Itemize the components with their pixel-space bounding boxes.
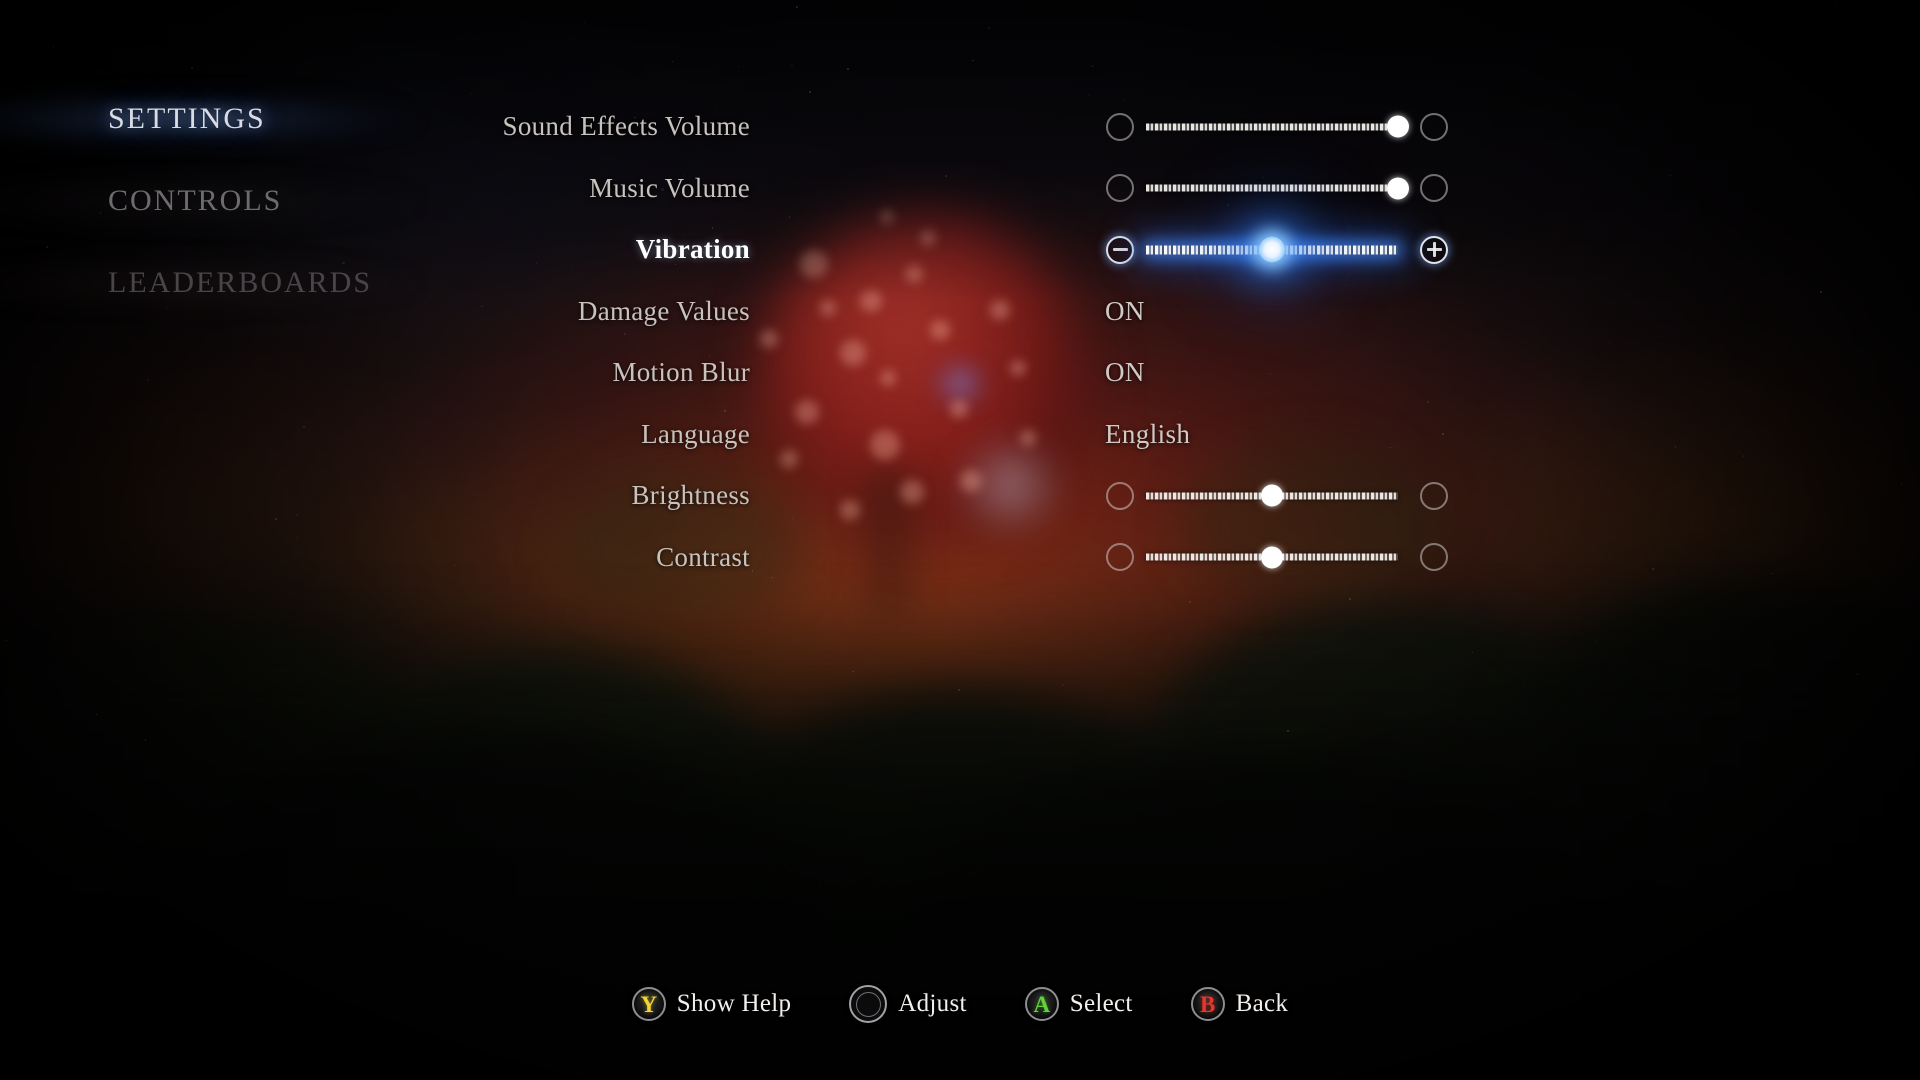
hint-back[interactable]: B Back: [1190, 987, 1289, 1021]
option-label: Music Volume: [589, 172, 750, 203]
slider-increase-circle-icon[interactable]: [1420, 543, 1448, 572]
hint-label: Adjust: [898, 990, 967, 1017]
hint-show-help[interactable]: Y Show Help: [631, 987, 792, 1021]
option-label: Damage Values: [577, 295, 750, 326]
slider-knob[interactable]: [1261, 484, 1283, 507]
slider-decrease-minus-icon[interactable]: [1106, 235, 1134, 264]
option-slider[interactable]: [1100, 168, 1450, 208]
option-row[interactable]: Contrast: [0, 527, 1560, 589]
slider-increase-circle-icon[interactable]: [1420, 481, 1448, 510]
settings-options-list: Sound Effects Volume Music Volume Vibratio…: [0, 96, 1560, 588]
analog-stick-inner: [855, 991, 881, 1017]
slider-track[interactable]: [1146, 115, 1409, 138]
option-label: Brightness: [631, 480, 750, 511]
slider-increase-plus-icon[interactable]: [1420, 235, 1448, 264]
hint-adjust[interactable]: Adjust: [849, 985, 966, 1023]
slider-track[interactable]: [1146, 177, 1409, 200]
slider-decrease-circle-icon[interactable]: [1106, 543, 1134, 572]
option-slider[interactable]: [1100, 107, 1450, 147]
slider-increase-circle-icon[interactable]: [1420, 174, 1448, 203]
option-slider[interactable]: [1100, 537, 1450, 577]
slider-knob[interactable]: [1261, 546, 1283, 569]
option-slider[interactable]: [1100, 476, 1450, 516]
slider-knob[interactable]: [1387, 115, 1409, 138]
option-slider[interactable]: [1100, 230, 1450, 270]
gamepad-y-icon: Y: [631, 987, 666, 1021]
option-row[interactable]: Language English: [0, 404, 1560, 466]
slider-knob[interactable]: [1387, 177, 1409, 200]
slider-track[interactable]: [1146, 546, 1398, 569]
hint-select[interactable]: A Select: [1024, 987, 1133, 1021]
option-label: Language: [641, 418, 750, 449]
slider-decrease-circle-icon[interactable]: [1106, 174, 1134, 203]
option-value[interactable]: English: [1105, 419, 1190, 450]
slider-increase-circle-icon[interactable]: [1420, 112, 1448, 141]
option-value[interactable]: ON: [1105, 357, 1145, 388]
plus-icon: [1426, 242, 1442, 258]
option-row[interactable]: Brightness: [0, 465, 1560, 527]
option-value[interactable]: ON: [1105, 296, 1145, 327]
slider-track[interactable]: [1146, 236, 1398, 263]
option-label: Sound Effects Volume: [502, 111, 750, 142]
option-row[interactable]: Motion Blur ON: [0, 342, 1560, 404]
minus-icon: [1112, 242, 1128, 257]
option-row[interactable]: Sound Effects Volume: [0, 96, 1560, 158]
gamepad-a-icon: A: [1024, 987, 1059, 1021]
analog-stick-icon: [849, 985, 888, 1023]
option-row[interactable]: Damage Values ON: [0, 281, 1560, 343]
option-label: Motion Blur: [612, 357, 750, 388]
option-row[interactable]: Music Volume: [0, 158, 1560, 220]
slider-decrease-circle-icon[interactable]: [1106, 481, 1134, 510]
hint-label: Show Help: [676, 990, 792, 1017]
slider-decrease-circle-icon[interactable]: [1106, 112, 1134, 141]
option-label: Contrast: [656, 541, 750, 572]
game-settings-screen: SETTINGS CONTROLS LEADERBOARDS Sound Effec…: [0, 0, 1920, 1080]
controller-hints-bar: Y Show Help Adjust A Select B Back: [0, 985, 1920, 1023]
slider-track[interactable]: [1146, 484, 1398, 507]
slider-knob[interactable]: [1259, 236, 1285, 263]
gamepad-b-icon: B: [1190, 987, 1225, 1021]
hint-label: Select: [1069, 990, 1133, 1017]
option-label: Vibration: [635, 234, 750, 265]
hint-label: Back: [1235, 990, 1289, 1017]
option-row[interactable]: Vibration: [0, 219, 1560, 281]
